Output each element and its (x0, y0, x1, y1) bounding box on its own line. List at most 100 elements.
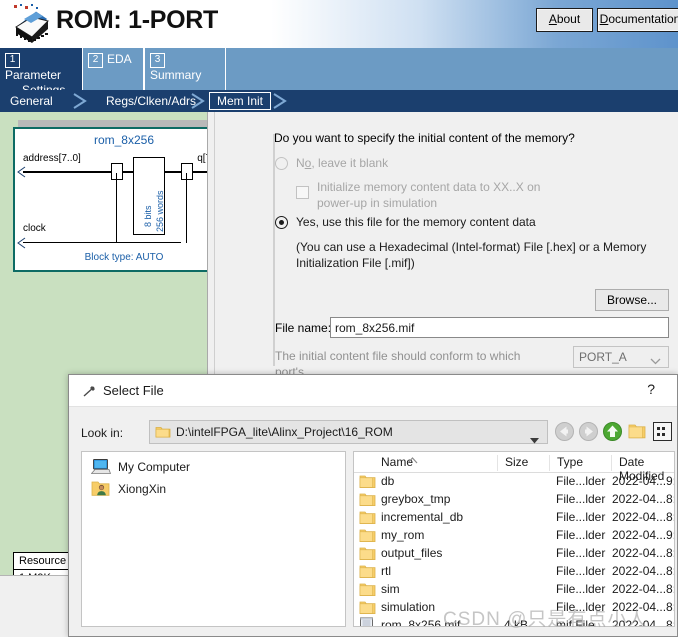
parent-folder-icon[interactable] (603, 422, 622, 446)
file-row-rom-8x256-mif[interactable]: rom_8x256.mif 4 kB mif File 2022-04...8:… (354, 617, 674, 627)
checkbox-initialize-memory[interactable] (296, 186, 309, 199)
tab-eda[interactable]: 2 EDA (82, 48, 144, 90)
places-sidebar: My Computer XiongXin (81, 451, 346, 627)
chevron-right-icon-3 (272, 93, 287, 109)
tab-parameter-settings[interactable]: 1Parameter Settings (0, 48, 82, 97)
file-type-6: File...lder (556, 582, 606, 596)
file-row-sim[interactable]: sim File...lder 2022-04...8:23:0 (354, 581, 674, 599)
group-question-label: Do you want to specify the initial conte… (274, 131, 575, 145)
file-type-5: File...lder (556, 564, 606, 578)
user-folder-icon (91, 480, 111, 502)
file-type-7: File...lder (556, 600, 606, 614)
output-register (181, 163, 193, 180)
tab-3-label: Summary (150, 68, 202, 82)
file-row-db[interactable]: db File...lder 2022-04...9:12:0 (354, 473, 674, 491)
tab-2-number: 2 (88, 53, 103, 68)
breadcrumb-item-mem-init[interactable]: Mem Init (209, 92, 272, 110)
file-name-7: simulation (381, 600, 436, 614)
file-name-5: rtl (381, 564, 391, 578)
file-date-1: 2022-04...8:16:2 (612, 492, 675, 506)
look-in-combo[interactable]: D:\intelFPGA_lite\Alinx_Project\16_ROM (149, 420, 548, 444)
radio-no-leave-blank-label: No, leave it blank (296, 155, 388, 171)
tab-1-number: 1 (5, 53, 20, 68)
port-select-dropdown[interactable]: PORT_A (573, 346, 669, 368)
file-row-greybox-tmp[interactable]: greybox_tmp File...lder 2022-04...8:16:2 (354, 491, 674, 509)
back-icon[interactable] (555, 422, 574, 446)
file-type-1: File...lder (556, 492, 606, 506)
file-name-4: output_files (381, 546, 443, 560)
column-header-size[interactable]: Size (497, 455, 549, 471)
wire-in-to-mem (123, 171, 133, 173)
file-row-simulation[interactable]: simulation File...lder 2022-04...8:21:5 (354, 599, 674, 617)
radio-no-leave-blank[interactable] (275, 157, 288, 170)
file-name-8: rom_8x256.mif (381, 618, 461, 627)
symbol-port-clock: clock (23, 223, 46, 234)
breadcrumb-item-general[interactable]: General (7, 93, 56, 109)
address-arrow-icon (17, 166, 26, 178)
file-date-2: 2022-04...8:21:3 (612, 510, 675, 524)
app-header: ROM: 1-PORT About Documentation (0, 0, 678, 48)
help-button[interactable]: ? (647, 381, 655, 397)
folder-icon (155, 425, 171, 444)
dialog-title-bar: Select File ? (69, 375, 677, 407)
file-date-6: 2022-04...8:23:0 (612, 582, 675, 596)
place-item-my-computer[interactable]: My Computer (82, 456, 345, 478)
symbol-title: rom_8x256 (93, 133, 155, 147)
file-name-6: sim (381, 582, 400, 596)
app-window: ROM: 1-PORT About Documentation 1Paramet… (0, 0, 678, 637)
file-type-8: mif File (556, 618, 595, 627)
file-name-3: my_rom (381, 528, 425, 542)
wizard-tab-bar: 1Parameter Settings 2 EDA 3Summary (0, 48, 678, 97)
file-list-rows: db File...lder 2022-04...9:12:0 greybox_… (354, 473, 674, 627)
about-button[interactable]: About (536, 8, 593, 32)
file-name-1: greybox_tmp (381, 492, 451, 506)
look-in-label: Look in: (81, 426, 124, 440)
memory-words-label: 256 words (155, 190, 165, 232)
file-list-header: Name Size Type Date Modified (354, 452, 674, 483)
view-detail-icon[interactable] (653, 422, 672, 446)
file-type-3: File...lder (556, 528, 606, 542)
clock-arrow-icon (17, 237, 26, 249)
file-type-2: File...lder (556, 510, 606, 524)
fpga-chip-icon (6, 3, 50, 45)
breadcrumb-item-regs-clken-adrs[interactable]: Regs/Clken/Adrs (103, 93, 199, 109)
computer-icon (90, 458, 112, 480)
wire-mem-to-out (165, 171, 181, 173)
about-accel: A (548, 12, 557, 26)
file-date-3: 2022-04...9:30:5 (612, 528, 675, 542)
file-date-5: 2022-04...8:20:5 (612, 564, 675, 578)
file-name-label: File name: (275, 321, 332, 335)
chevron-right-icon-2 (190, 93, 205, 109)
wire-clock-up-1 (116, 173, 117, 243)
pin-icon (83, 385, 96, 403)
file-row-my-rom[interactable]: my_rom File...lder 2022-04...9:30:5 (354, 527, 674, 545)
forward-icon[interactable] (579, 422, 598, 446)
tab-2-label: EDA (107, 52, 132, 66)
chevron-right-icon-1 (72, 93, 87, 109)
breadcrumb: General Regs/Clken/Adrs Mem Init (0, 90, 678, 112)
file-row-output-files[interactable]: output_files File...lder 2022-04...8:21:… (354, 545, 674, 563)
file-name-0: db (381, 474, 395, 488)
file-name-input[interactable]: rom_8x256.mif (330, 317, 669, 338)
file-name-2: incremental_db (381, 510, 464, 524)
documentation-button[interactable]: Documentation (597, 8, 678, 32)
radio-yes-use-file[interactable] (275, 216, 288, 229)
file-row-rtl[interactable]: rtl File...lder 2022-04...8:20:5 (354, 563, 674, 581)
file-date-4: 2022-04...8:21:5 (612, 546, 675, 560)
wire-clock (23, 242, 181, 243)
chk-line1: Initialize memory content data to XX..X … (317, 180, 541, 194)
place-item-xiongxin[interactable]: XiongXin (82, 478, 345, 500)
column-header-date-modified[interactable]: Date Modified (611, 455, 674, 483)
file-list: Name Size Type Date Modified db File...l… (353, 451, 675, 627)
input-register (111, 163, 123, 180)
look-in-path: D:\intelFPGA_lite\Alinx_Project\16_ROM (176, 425, 393, 439)
chevron-down-icon-lookin[interactable] (530, 431, 539, 449)
new-folder-icon[interactable] (628, 423, 646, 445)
tab-summary[interactable]: 3Summary (144, 48, 226, 90)
browse-button[interactable]: Browse... (595, 289, 669, 311)
file-type-0: File...lder (556, 474, 606, 488)
column-header-type[interactable]: Type (549, 455, 611, 471)
dialog-title: Select File (103, 383, 164, 398)
select-file-dialog: Select File ? Look in: D:\intelFPGA_lite… (68, 374, 678, 637)
file-row-incremental-db[interactable]: incremental_db File...lder 2022-04...8:2… (354, 509, 674, 527)
